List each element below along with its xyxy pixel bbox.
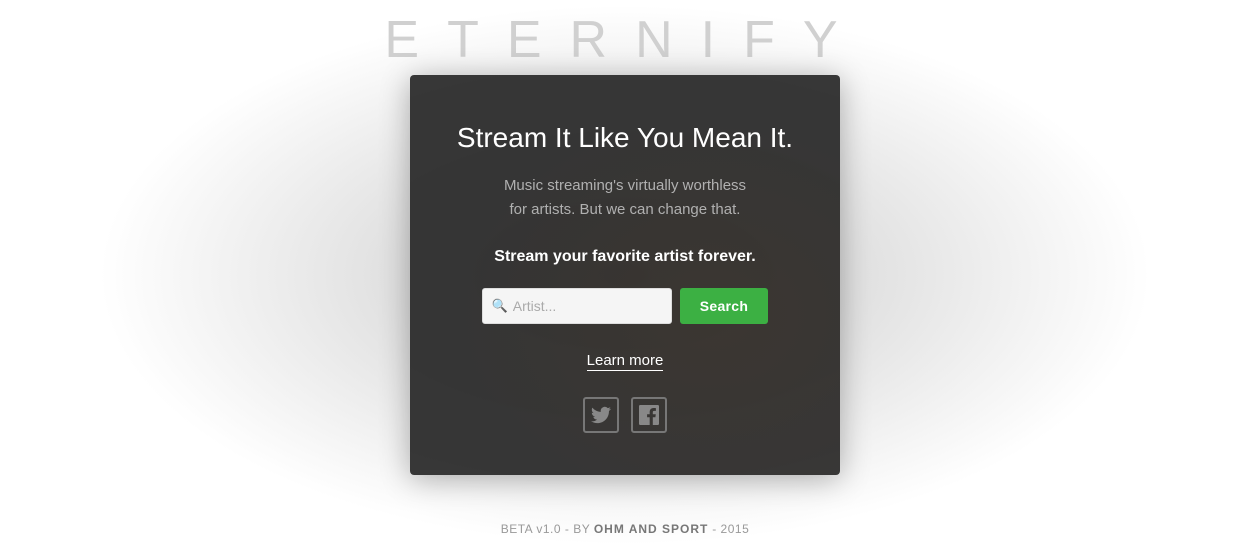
search-icon: 🔍	[492, 298, 508, 314]
footer: BETA v1.0 - BY OHM AND SPORT - 2015	[0, 522, 1250, 536]
facebook-icon-button[interactable]	[631, 397, 667, 433]
site-title-background: ETERNIFY	[0, 10, 1250, 70]
headline: Stream It Like You Mean It.	[457, 120, 793, 156]
search-row: 🔍 Search	[450, 288, 800, 324]
social-icons-row	[583, 397, 667, 433]
main-card: Stream It Like You Mean It. Music stream…	[410, 75, 840, 475]
twitter-icon-button[interactable]	[583, 397, 619, 433]
learn-more-link[interactable]: Learn more	[587, 352, 664, 371]
search-input-wrapper: 🔍	[482, 288, 672, 324]
subtext: Music streaming's virtually worthless fo…	[504, 174, 746, 222]
search-input[interactable]	[482, 288, 672, 324]
footer-suffix: - 2015	[708, 522, 749, 536]
footer-prefix: BETA v1.0 - BY	[501, 522, 594, 536]
footer-company: OHM AND SPORT	[594, 522, 709, 536]
search-button[interactable]: Search	[680, 288, 769, 324]
stream-cta: Stream your favorite artist forever.	[494, 248, 755, 266]
